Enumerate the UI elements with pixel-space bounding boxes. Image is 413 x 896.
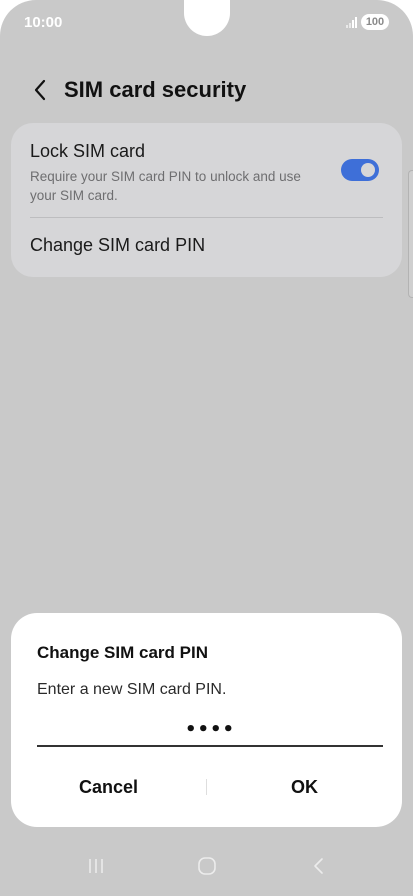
change-pin-label: Change SIM card PIN [30, 235, 206, 255]
lock-sim-toggle[interactable] [341, 159, 379, 181]
dialog-message: Enter a new SIM card PIN. [37, 681, 227, 698]
screen: 10:00 100 SIM card security Lock SIM car… [0, 0, 413, 896]
pin-input[interactable] [37, 713, 383, 747]
back-nav-icon [313, 858, 323, 874]
edge-panel-handle[interactable] [408, 170, 413, 298]
change-pin-dialog: Change SIM card PIN Enter a new SIM card… [11, 613, 402, 827]
change-pin-row[interactable]: Change SIM card PIN [11, 218, 402, 277]
cancel-button[interactable]: Cancel [11, 765, 206, 809]
status-time: 10:00 [24, 14, 63, 31]
lock-sim-title: Lock SIM card [30, 141, 146, 161]
toggle-knob [361, 163, 375, 177]
dialog-title: Change SIM card PIN [37, 643, 208, 662]
navigation-bar [0, 836, 413, 896]
ok-button[interactable]: OK [207, 765, 402, 809]
recents-icon [88, 859, 103, 873]
dialog-buttons: Cancel OK [11, 765, 402, 809]
signal-icon [346, 16, 357, 28]
app-header: SIM card security [0, 70, 413, 110]
battery-icon: 100 [361, 14, 389, 30]
chevron-left-icon [34, 79, 46, 101]
back-nav-button[interactable] [294, 846, 342, 886]
lock-sim-row[interactable]: Lock SIM card Require your SIM card PIN … [11, 123, 402, 217]
recents-button[interactable] [72, 846, 120, 886]
back-button[interactable] [20, 70, 60, 110]
status-icons: 100 [346, 14, 389, 30]
home-icon [197, 857, 216, 875]
page-title: SIM card security [64, 77, 247, 102]
lock-sim-description: Require your SIM card PIN to unlock and … [30, 169, 301, 203]
settings-card: Lock SIM card Require your SIM card PIN … [11, 123, 402, 277]
home-button[interactable] [183, 846, 231, 886]
